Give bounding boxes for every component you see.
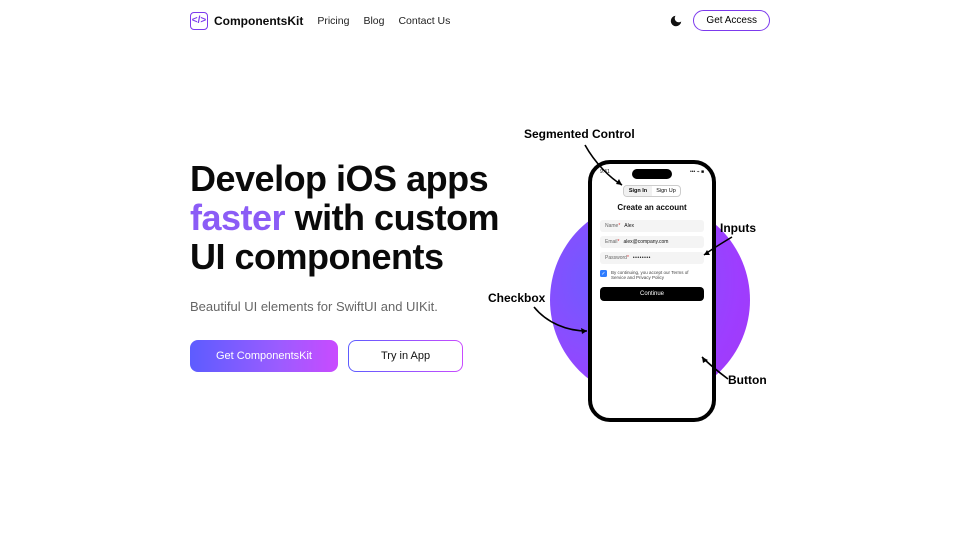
arrow-seg-icon (580, 143, 630, 198)
anno-checkbox: Checkbox (488, 291, 545, 305)
cta-get-componentskit[interactable]: Get ComponentsKit (190, 340, 338, 372)
anno-inputs: Inputs (720, 221, 756, 235)
cta-try-in-app[interactable]: Try in App (348, 340, 463, 372)
checkbox-icon[interactable]: ✓ (600, 270, 607, 277)
phone-notch (632, 169, 672, 179)
password-value: •••••••• (633, 255, 651, 261)
arrow-button-icon (698, 353, 738, 388)
nav-link-contact[interactable]: Contact Us (398, 15, 450, 27)
hero-subtitle: Beautiful UI elements for SwiftUI and UI… (190, 299, 520, 314)
nav-right: Get Access (669, 10, 770, 31)
nav-left: </> ComponentsKit Pricing Blog Contact U… (190, 12, 450, 30)
password-label: Password* (605, 255, 629, 261)
brand-icon: </> (190, 12, 208, 30)
brand[interactable]: </> ComponentsKit (190, 12, 303, 30)
form-title: Create an account (592, 203, 712, 212)
status-icons: ••• ⌁ ■ (690, 169, 704, 175)
dark-mode-icon[interactable] (669, 14, 683, 28)
nav-link-pricing[interactable]: Pricing (317, 15, 349, 27)
hero-ctas: Get ComponentsKit Try in App (190, 340, 520, 372)
phone-illustration: 9:41 ••• ⌁ ■ Sign In Sign Up Create an a… (520, 135, 800, 475)
top-nav: </> ComponentsKit Pricing Blog Contact U… (0, 0, 960, 41)
continue-button[interactable]: Continue (600, 287, 704, 301)
terms-row[interactable]: ✓ By continuing, you accept our Terms of… (600, 270, 704, 281)
brand-name: ComponentsKit (214, 14, 303, 28)
email-value: alex@company.com (623, 239, 668, 245)
name-value: Alex (624, 223, 634, 229)
get-access-button[interactable]: Get Access (693, 10, 770, 31)
hero-title-accent: faster (190, 197, 285, 238)
name-field[interactable]: Name* Alex (600, 220, 704, 232)
email-field[interactable]: Email* alex@company.com (600, 236, 704, 248)
arrow-inputs-icon (700, 235, 740, 270)
name-label: Name* (605, 223, 620, 229)
hero-title-pre: Develop iOS apps (190, 158, 488, 199)
password-field[interactable]: Password* •••••••• (600, 252, 704, 264)
nav-link-blog[interactable]: Blog (363, 15, 384, 27)
arrow-checkbox-icon (532, 305, 592, 350)
anno-seg: Segmented Control (524, 127, 635, 141)
terms-text: By continuing, you accept our Terms of S… (611, 270, 704, 281)
phone-mockup: 9:41 ••• ⌁ ■ Sign In Sign Up Create an a… (588, 160, 716, 422)
email-label: Email* (605, 239, 619, 245)
hero-title: Develop iOS apps faster with custom UI c… (190, 160, 520, 277)
seg-sign-up[interactable]: Sign Up (652, 186, 680, 196)
segmented-control[interactable]: Sign In Sign Up (623, 185, 681, 197)
hero: Develop iOS apps faster with custom UI c… (190, 160, 520, 372)
